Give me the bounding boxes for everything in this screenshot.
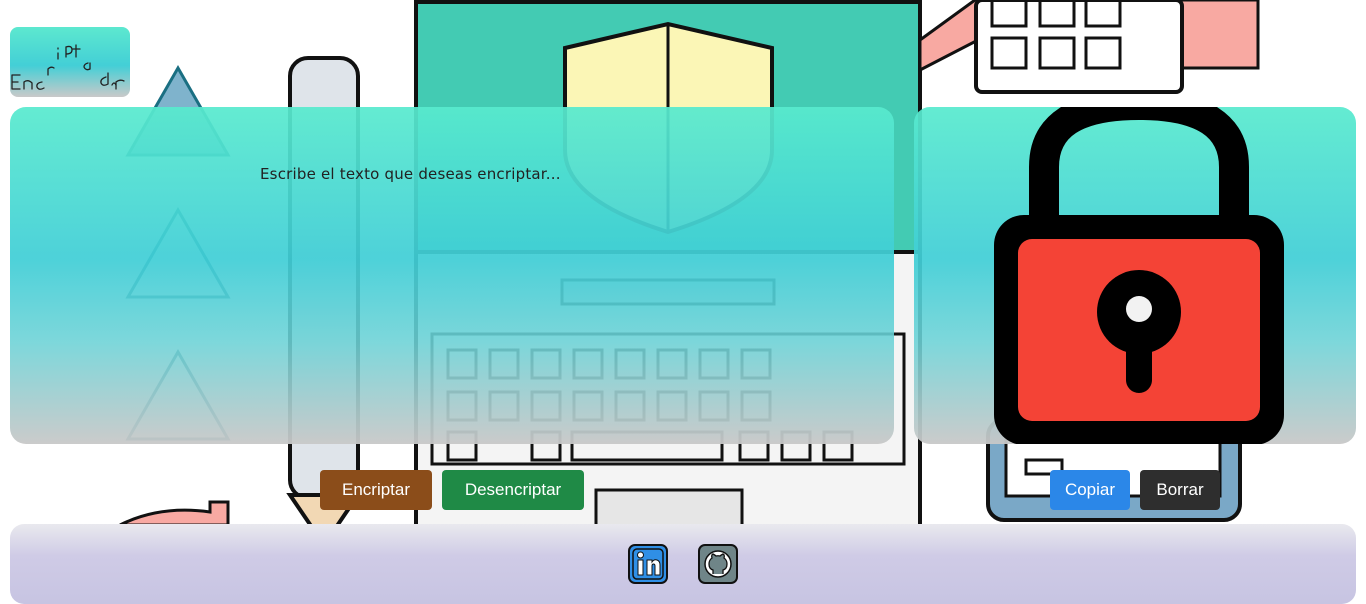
clear-button[interactable]: Borrar (1140, 470, 1220, 510)
decrypt-button[interactable]: Desencriptar (442, 470, 584, 510)
output-panel (914, 107, 1356, 444)
input-panel (10, 107, 894, 444)
footer (10, 524, 1356, 604)
logo-mark (11, 44, 125, 90)
github-link[interactable] (698, 544, 738, 584)
encrypt-button[interactable]: Encriptar (320, 470, 432, 510)
copy-button[interactable]: Copiar (1050, 470, 1130, 510)
app-logo (10, 27, 130, 97)
linkedin-icon (628, 544, 668, 584)
lock-icon (994, 107, 1284, 444)
linkedin-link[interactable] (628, 544, 668, 584)
text-input[interactable] (10, 107, 894, 444)
github-icon (698, 544, 738, 584)
